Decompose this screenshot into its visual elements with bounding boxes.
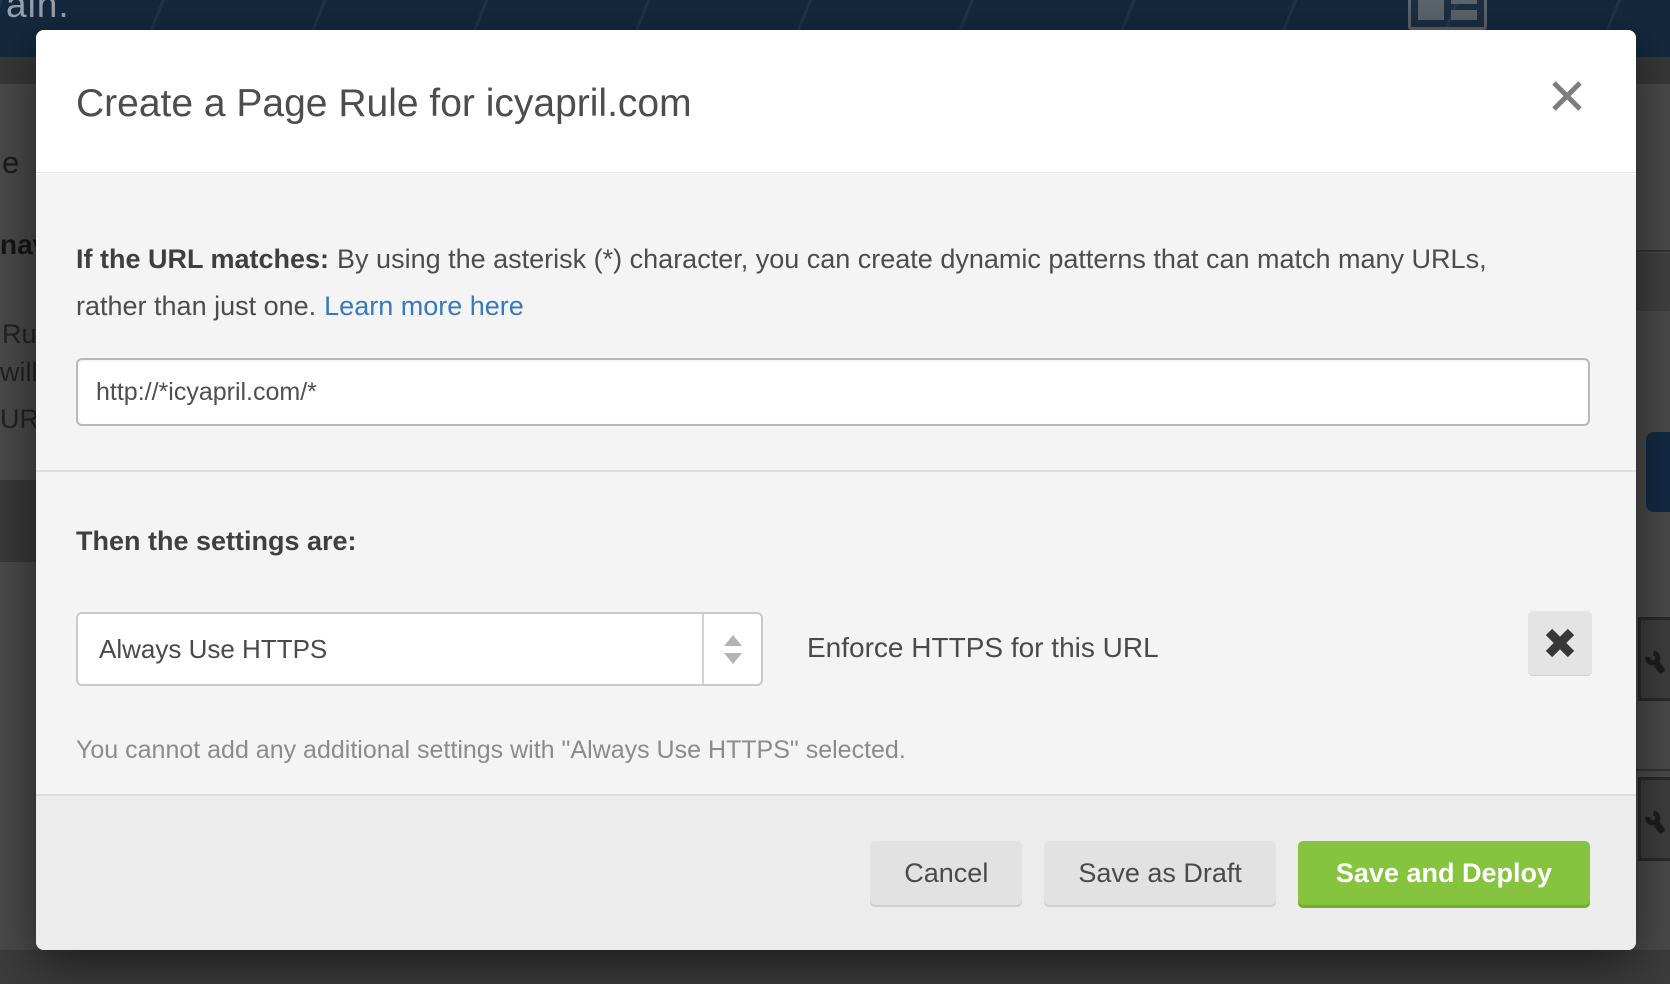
modal-header: Create a Page Rule for icyapril.com <box>36 30 1636 173</box>
close-button[interactable] <box>1545 74 1589 118</box>
chevron-up-icon <box>724 635 742 646</box>
background-tool-box <box>1638 777 1670 861</box>
grid-icon-bars <box>1451 0 1477 20</box>
background-text-fragment: e <box>2 145 19 181</box>
grid-icon-square <box>1418 0 1444 20</box>
settings-heading: Then the settings are: <box>76 526 357 557</box>
navbar-text-fragment: ain. <box>6 0 70 26</box>
screen: ain. e nav Ru will UR Create a Page Rule… <box>0 0 1670 984</box>
setting-select-value: Always Use HTTPS <box>78 634 702 665</box>
url-match-label: If the URL matches: <box>76 244 329 274</box>
background-text-fragment: Ru <box>2 319 37 350</box>
save-as-draft-button[interactable]: Save as Draft <box>1044 841 1276 905</box>
background-band <box>1636 253 1670 311</box>
layout-grid-icon <box>1408 0 1487 30</box>
create-page-rule-modal: Create a Page Rule for icyapril.com If t… <box>36 30 1636 950</box>
close-icon <box>1549 78 1585 114</box>
background-band <box>0 57 36 84</box>
wrench-icon <box>1642 642 1670 675</box>
learn-more-link[interactable]: Learn more here <box>324 291 524 321</box>
modal-body: If the URL matches:By using the asterisk… <box>36 174 1636 794</box>
wrench-icon <box>1642 802 1670 835</box>
background-band <box>0 480 36 562</box>
url-match-paragraph: If the URL matches:By using the asterisk… <box>76 236 1516 330</box>
background-button-sliver <box>1646 432 1670 512</box>
background-left-strip: e nav Ru will UR <box>0 57 36 984</box>
remove-setting-button[interactable] <box>1528 611 1592 675</box>
section-divider <box>36 470 1636 472</box>
background-divider <box>1636 769 1670 771</box>
background-divider <box>1636 250 1670 252</box>
background-right-strip <box>1636 57 1670 984</box>
background-text-fragment: will <box>0 357 38 388</box>
setting-note: You cannot add any additional settings w… <box>76 736 906 765</box>
cancel-button[interactable]: Cancel <box>870 841 1022 905</box>
remove-x-icon <box>1543 626 1577 660</box>
modal-footer: Cancel Save as Draft Save and Deploy <box>36 794 1636 950</box>
setting-description: Enforce HTTPS for this URL <box>807 632 1159 664</box>
setting-select[interactable]: Always Use HTTPS <box>76 612 763 686</box>
background-tool-box <box>1638 617 1670 701</box>
background-text-fragment: UR <box>0 404 39 435</box>
modal-title: Create a Page Rule for icyapril.com <box>76 82 692 126</box>
background-band <box>1636 57 1670 84</box>
select-stepper-icon <box>702 614 761 684</box>
url-pattern-input[interactable] <box>76 358 1590 426</box>
background-bottom-strip <box>0 950 1670 984</box>
chevron-down-icon <box>724 653 742 664</box>
save-and-deploy-button[interactable]: Save and Deploy <box>1298 841 1590 905</box>
